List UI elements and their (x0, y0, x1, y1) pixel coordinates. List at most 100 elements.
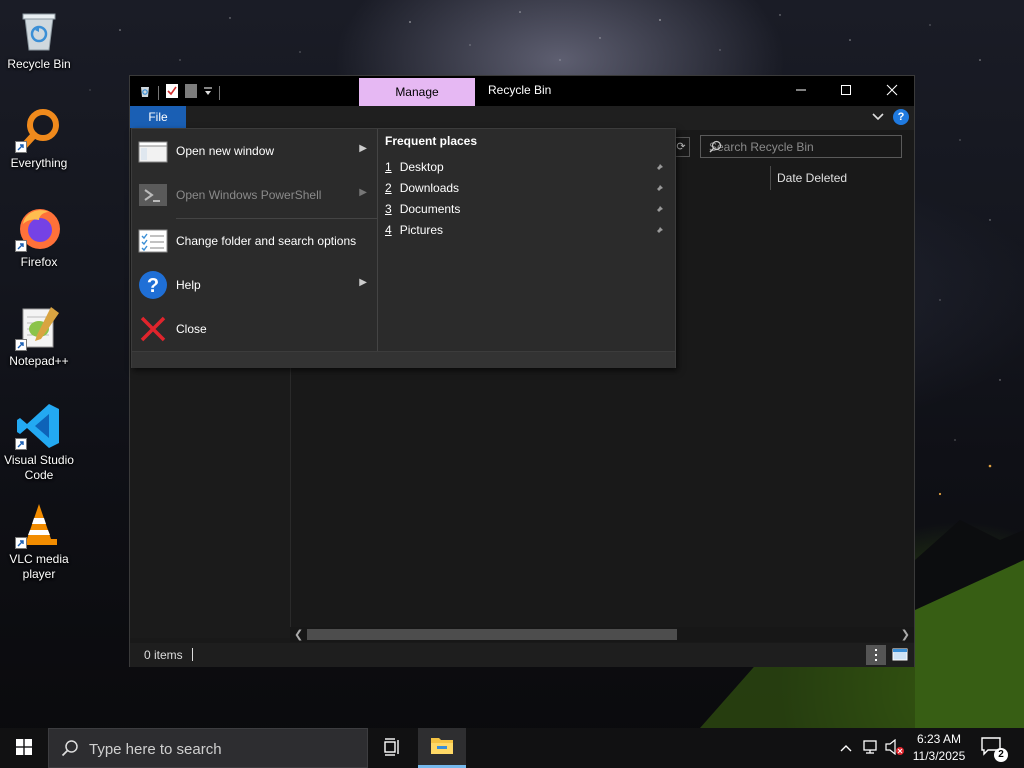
help-icon[interactable]: ? (893, 109, 909, 125)
place-number: 4 (385, 223, 392, 237)
taskbar-search-box[interactable]: Type here to search (48, 728, 368, 768)
column-divider[interactable] (770, 166, 771, 190)
quick-access-toolbar (138, 83, 220, 102)
frequent-places-panel: Frequent places 1 Desktop 2 Downloads 3 Doc… (378, 129, 675, 351)
scroll-right-icon[interactable]: ❯ (901, 628, 910, 641)
maximize-icon (840, 84, 852, 99)
show-hidden-icons-button[interactable] (836, 728, 856, 768)
desktop-icon-notepadpp[interactable]: Notepad++ (2, 303, 76, 369)
scroll-left-icon[interactable]: ❮ (294, 628, 303, 641)
powershell-icon (138, 180, 168, 210)
shortcut-arrow-icon (15, 339, 27, 351)
menu-item-label: Change folder and search options (176, 234, 357, 248)
menu-item-help[interactable]: ? Help ▶ (132, 263, 377, 307)
file-menu-footer (132, 351, 675, 368)
search-icon (61, 739, 79, 761)
vlc-cone-icon (15, 501, 63, 549)
close-window-button[interactable] (869, 76, 915, 106)
submenu-arrow-icon: ▶ (359, 277, 367, 288)
frequent-place-pictures[interactable]: 4 Pictures (385, 223, 670, 243)
status-bar: 0 items (130, 643, 914, 667)
new-window-icon (138, 136, 168, 166)
shortcut-arrow-icon (15, 141, 27, 153)
shortcut-arrow-icon (15, 240, 27, 252)
desktop-icon-firefox[interactable]: Firefox (2, 204, 76, 270)
place-number: 2 (385, 181, 392, 195)
desktop-icon-vlc[interactable]: VLC media player (2, 501, 76, 582)
ribbon-tabs: File ? (130, 106, 914, 130)
menu-item-label: Open new window (176, 144, 275, 158)
task-view-icon (382, 737, 402, 759)
desktop-icon-recycle-bin[interactable]: Recycle Bin (2, 6, 76, 72)
submenu-arrow-icon: ▶ (359, 187, 367, 198)
frequent-places-title: Frequent places (385, 134, 478, 148)
place-label: Documents (399, 202, 461, 216)
title-bar[interactable]: Manage Recycle Bin (130, 76, 914, 106)
menu-item-close[interactable]: Close (132, 307, 377, 351)
windows-logo-icon (16, 738, 32, 758)
file-tab[interactable]: File (130, 106, 186, 128)
recycle-bin-small-icon (138, 84, 152, 101)
desktop-icon-everything[interactable]: Everything (2, 105, 76, 171)
customize-qat-icon[interactable] (203, 85, 213, 100)
folder-options-icon (138, 226, 168, 256)
taskbar-clock[interactable]: 6:23 AM 11/3/2025 (904, 731, 974, 765)
place-label: Pictures (399, 223, 444, 237)
menu-item-label: Help (176, 278, 201, 292)
properties-icon[interactable] (165, 83, 179, 102)
pin-icon[interactable] (654, 162, 664, 176)
maximize-button[interactable] (823, 76, 869, 106)
shortcut-arrow-icon (15, 537, 27, 549)
frequent-place-desktop[interactable]: 1 Desktop (385, 160, 670, 180)
svg-text:?: ? (147, 275, 159, 297)
search-box[interactable]: Search Recycle Bin (700, 135, 902, 158)
clock-date: 11/3/2025 (912, 749, 966, 763)
manage-tab[interactable]: Manage (359, 78, 475, 106)
close-icon (886, 84, 898, 99)
pin-icon[interactable] (654, 183, 664, 197)
network-icon (862, 739, 880, 758)
vscode-icon (15, 402, 63, 450)
frequent-place-documents[interactable]: 3 Documents (385, 202, 670, 222)
pin-icon[interactable] (654, 204, 664, 218)
clock-time: 6:23 AM (916, 732, 962, 746)
menu-item-label: Open Windows PowerShell (176, 188, 322, 202)
menu-item-folder-options[interactable]: Change folder and search options (132, 219, 377, 263)
minimize-icon (795, 84, 807, 99)
pin-icon[interactable] (654, 225, 664, 239)
desktop-icon-label: Firefox (20, 255, 58, 269)
status-divider (192, 648, 193, 661)
large-icons-view-button[interactable] (890, 645, 910, 665)
recycle-bin-icon (15, 6, 63, 54)
taskbar-file-explorer[interactable] (418, 728, 466, 768)
details-view-button[interactable] (866, 645, 886, 665)
place-label: Desktop (399, 160, 444, 174)
volume-button[interactable] (884, 728, 906, 768)
start-button[interactable] (0, 728, 48, 768)
network-button[interactable] (860, 728, 882, 768)
scrollbar-thumb[interactable] (307, 629, 677, 640)
desktop-icon-vscode[interactable]: Visual Studio Code (2, 402, 76, 483)
shortcut-arrow-icon (15, 438, 27, 450)
action-center-button[interactable]: 2 (980, 736, 1008, 762)
chevron-up-icon (840, 741, 852, 755)
window-title: Recycle Bin (488, 83, 552, 97)
new-folder-icon[interactable] (185, 83, 197, 102)
file-menu: Open new window ▶ Open Windows PowerShel… (131, 128, 676, 368)
close-x-icon (138, 314, 168, 344)
minimize-button[interactable] (778, 76, 824, 106)
horizontal-scrollbar[interactable]: ❮ ❯ (290, 627, 914, 642)
menu-item-label: Close (176, 322, 207, 336)
details-view-icon (866, 649, 886, 668)
task-view-button[interactable] (368, 728, 416, 768)
desktop-icon-label: VLC media player (9, 552, 69, 581)
menu-item-open-new-window[interactable]: Open new window ▶ (132, 129, 377, 173)
column-header-date-deleted[interactable]: Date Deleted (777, 171, 847, 185)
desktop-icon-label: Notepad++ (9, 354, 69, 368)
expand-ribbon-icon[interactable] (872, 111, 884, 125)
volume-muted-icon (885, 738, 905, 758)
frequent-place-downloads[interactable]: 2 Downloads (385, 181, 670, 201)
menu-item-open-powershell: Open Windows PowerShell ▶ (132, 173, 377, 217)
help-icon: ? (138, 270, 168, 300)
desktop-icon-label: Everything (10, 156, 68, 170)
